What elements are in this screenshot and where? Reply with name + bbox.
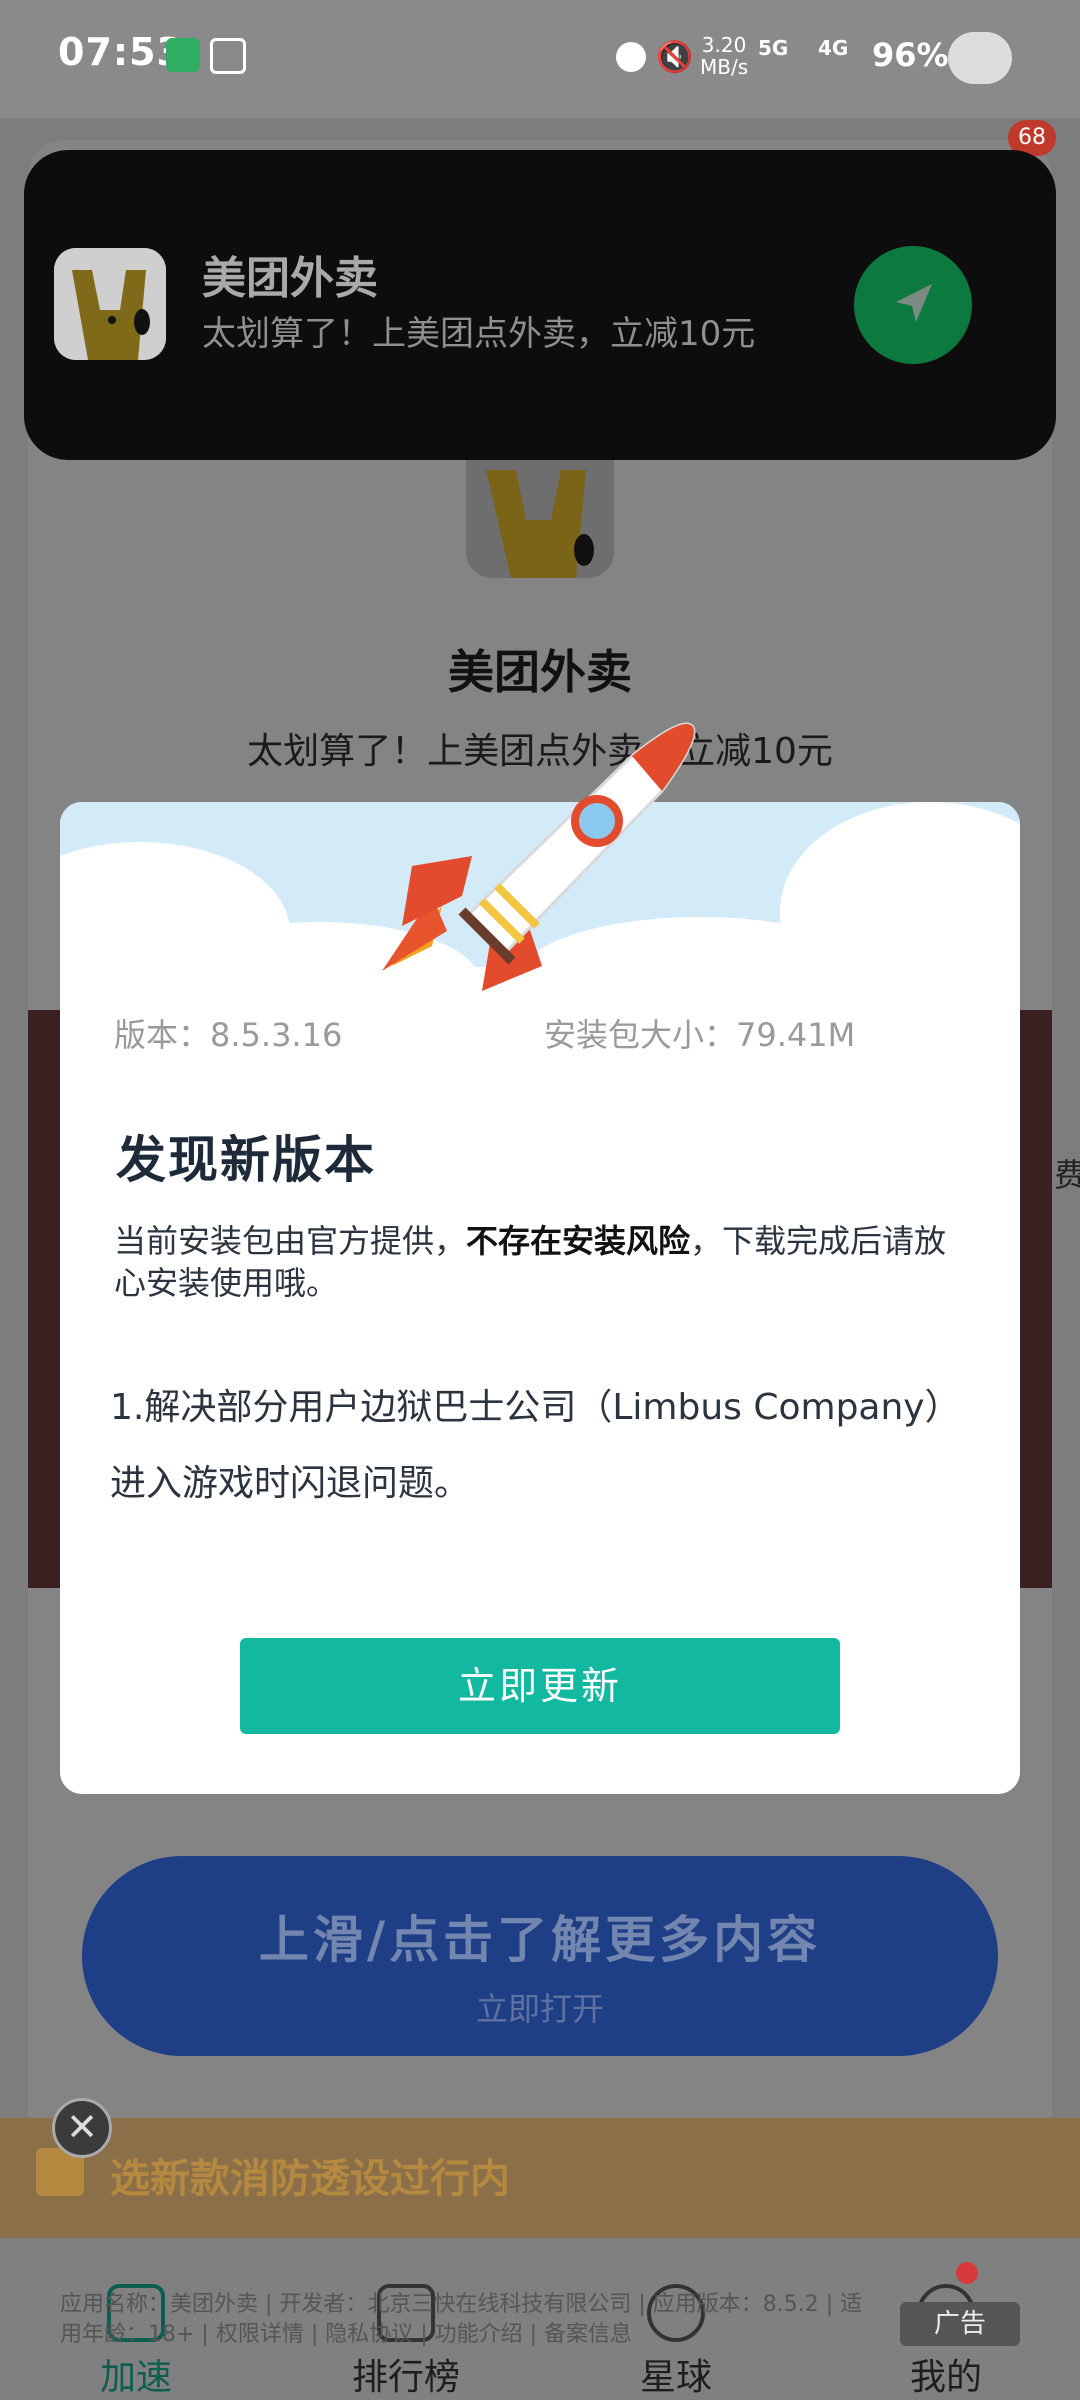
version-label: 版本：8.5.3.16	[114, 1016, 343, 1054]
release-notes: 1.解决部分用户边狱巴士公司（Limbus Company）进入游戏时闪退问题。	[110, 1387, 961, 1504]
alarm-icon	[616, 42, 646, 72]
side-label: 费	[1054, 1156, 1080, 1194]
banner-text: 选新款消防透设过行内	[110, 2156, 510, 2202]
dialog-description: 当前安装包由官方提供，不存在安装风险，下载完成后请放心安装使用哦。	[114, 1222, 947, 1302]
status-bar: 07:53 🔇 3.20 MB/s 5G 4G 96%	[0, 0, 1080, 118]
mute-icon: 🔇	[656, 40, 694, 75]
package-size-label: 安装包大小：79.41M	[544, 1016, 856, 1054]
learn-more-label: 上滑/点击了解更多内容	[258, 1911, 822, 1969]
open-notification-button[interactable]	[854, 246, 972, 364]
nav-label: 加速	[99, 2357, 172, 2398]
nav-label: 排行榜	[351, 2357, 460, 2398]
unread-dot	[956, 2262, 978, 2284]
net-speed: 3.20 MB/s	[700, 33, 749, 79]
dialog-heading: 发现新版本	[116, 1131, 376, 1189]
play-store-icon	[166, 38, 200, 72]
nav-label: 星球	[639, 2357, 712, 2398]
nav-label: 我的	[909, 2357, 982, 2398]
app-info-fine-print: 应用名称：美团外卖 | 开发者：北京三快在线科技有限公司 | 应用版本：8.5.…	[60, 2292, 863, 2347]
sim2-signal: 4G	[818, 36, 849, 60]
sim1-signal: 5G	[758, 36, 789, 60]
battery-level: 96%	[872, 36, 949, 74]
app-title: 美团外卖	[448, 645, 632, 699]
meituan-logo-icon	[54, 248, 166, 360]
notification-title: 美团外卖	[202, 253, 378, 304]
learn-more-button[interactable]: 上滑/点击了解更多内容 立即打开	[82, 1856, 998, 2056]
ad-label: 广告	[900, 2302, 1020, 2346]
meituan-status-icon	[210, 38, 246, 74]
update-now-button[interactable]: 立即更新	[240, 1638, 840, 1734]
bottom-banner[interactable]: 选新款消防透设过行内	[0, 2118, 1080, 2238]
rocket-illustration	[372, 716, 712, 1006]
open-now-label: 立即打开	[475, 1990, 604, 2028]
send-icon	[896, 284, 932, 322]
notification-message: 太划算了！上美团点外卖，立减10元	[202, 314, 756, 354]
assistant-icon[interactable]	[948, 32, 1012, 84]
heads-up-notification[interactable]: 美团外卖 太划算了！上美团点外卖，立减10元	[24, 150, 1056, 460]
close-ad-icon[interactable]: ✕	[52, 2098, 112, 2158]
no-risk-emphasis: 不存在安装风险	[466, 1222, 691, 1260]
